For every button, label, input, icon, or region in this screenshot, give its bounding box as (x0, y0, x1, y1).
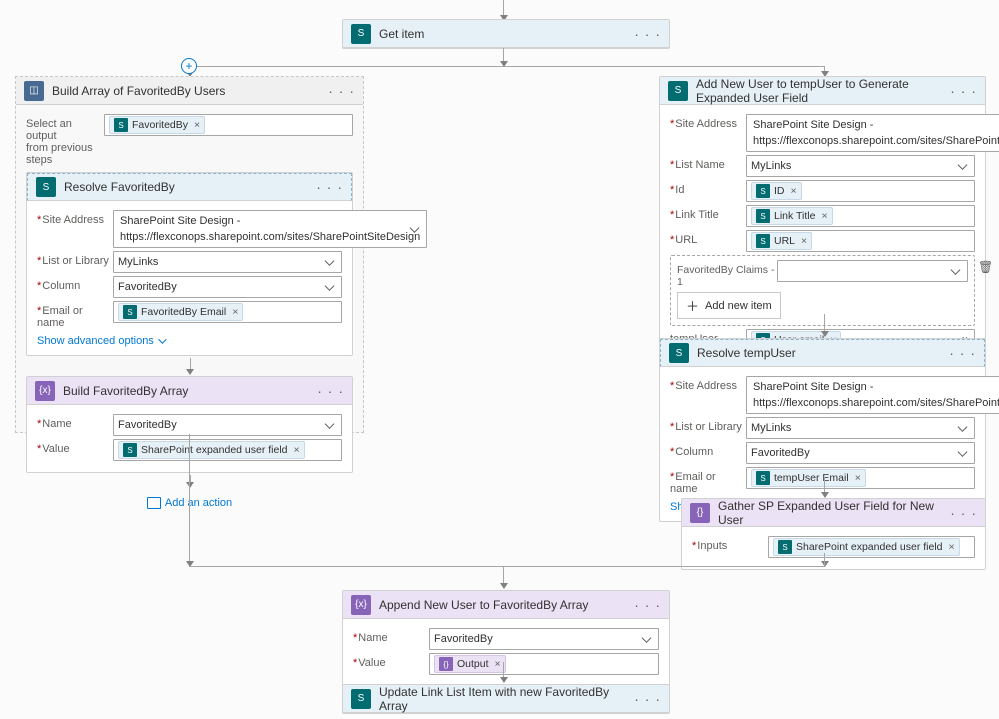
value-field[interactable]: SSharePoint expanded user field× (113, 439, 342, 461)
linktitle-field[interactable]: SLink Title× (746, 205, 975, 227)
id-label: Id (670, 180, 746, 196)
update-link-list-item-card[interactable]: S Update Link List Item with new Favorit… (342, 684, 670, 714)
compose-token-icon: {} (439, 657, 453, 671)
sharepoint-token-icon: S (123, 443, 137, 457)
remove-token-icon[interactable]: × (791, 185, 797, 197)
append-array-card[interactable]: {x} Append New User to FavoritedBy Array… (342, 590, 670, 687)
sharepoint-icon: S (351, 689, 371, 709)
email-label: Email or name (670, 467, 746, 495)
apply-to-each-icon: ◫ (24, 81, 44, 101)
name-field[interactable]: FavoritedBy (429, 628, 659, 650)
value-label: Value (37, 439, 113, 455)
remove-token-icon[interactable]: × (495, 658, 501, 670)
menu-icon[interactable]: · · · (950, 83, 977, 99)
show-advanced-link[interactable]: Show advanced options (37, 335, 164, 347)
update-title: Update Link List Item with new Favorited… (379, 685, 634, 713)
remove-token-icon[interactable]: × (232, 306, 238, 318)
gather-card[interactable]: {} Gather SP Expanded User Field for New… (681, 498, 986, 570)
variable-icon: {x} (35, 381, 55, 401)
value-label: Value (353, 653, 429, 669)
remove-token-icon[interactable]: × (855, 472, 861, 484)
url-label: URL (670, 230, 746, 246)
sharepoint-token-icon: S (778, 540, 792, 554)
site-address-label: Site Address (670, 376, 746, 392)
linktitle-label: Link Title (670, 205, 746, 221)
left-loop-title: Build Array of FavoritedBy Users (52, 84, 328, 98)
menu-icon[interactable]: · · · (317, 383, 344, 399)
email-label: Email or name (37, 301, 113, 329)
build-array-container: ◫ Build Array of FavoritedBy Users · · ·… (15, 76, 364, 433)
sharepoint-icon: S (36, 177, 56, 197)
menu-icon[interactable]: · · · (634, 597, 661, 613)
add-new-user-title: Add New User to tempUser to Generate Exp… (696, 77, 950, 105)
column-label: Column (670, 442, 746, 458)
claims-field[interactable] (777, 260, 968, 282)
gather-title: Gather SP Expanded User Field for New Us… (718, 499, 950, 527)
column-field[interactable]: FavoritedBy (113, 276, 342, 298)
add-new-item-button[interactable]: ＋Add new item (677, 292, 781, 319)
list-field[interactable]: MyLinks (746, 417, 975, 439)
delete-icon[interactable]: 🗑 (978, 260, 992, 274)
remove-token-icon[interactable]: × (949, 541, 955, 553)
site-address-label: Site Address (37, 210, 113, 226)
menu-icon[interactable]: · · · (634, 26, 661, 42)
resolve-temp-title: Resolve tempUser (697, 346, 949, 360)
email-field[interactable]: StempUser Email× (746, 467, 975, 489)
menu-icon[interactable]: · · · (316, 179, 343, 195)
sharepoint-icon: S (351, 24, 371, 44)
listname-label: List Name (670, 155, 746, 171)
get-item-title: Get item (379, 27, 634, 41)
resolve-favoritedby-card[interactable]: S Resolve FavoritedBy · · · Site Address… (26, 172, 353, 356)
sharepoint-icon: S (668, 81, 688, 101)
list-field[interactable]: MyLinks (113, 251, 342, 273)
variable-icon: {x} (351, 595, 371, 615)
output-hint-label: Select an output from previous steps (26, 114, 104, 166)
claims-label: FavoritedBy Claims - 1 (677, 260, 777, 288)
email-field[interactable]: SFavoritedBy Email× (113, 301, 342, 323)
sharepoint-token-icon: S (123, 305, 137, 319)
list-label: List or Library (670, 417, 746, 433)
remove-token-icon[interactable]: × (821, 210, 827, 222)
inputs-field[interactable]: SSharePoint expanded user field× (768, 536, 975, 558)
append-title: Append New User to FavoritedBy Array (379, 598, 634, 612)
column-label: Column (37, 276, 113, 292)
sharepoint-token-icon: S (114, 118, 128, 132)
list-label: List or Library (37, 251, 113, 267)
add-action-icon (147, 497, 161, 509)
listname-field[interactable]: MyLinks (746, 155, 975, 177)
sharepoint-icon: S (669, 343, 689, 363)
sharepoint-token-icon: S (756, 471, 770, 485)
site-address-field[interactable]: SharePoint Site Design - https://flexcon… (746, 114, 999, 152)
remove-token-icon[interactable]: × (294, 444, 300, 456)
site-address-label: Site Address (670, 114, 746, 130)
id-field[interactable]: SID× (746, 180, 975, 202)
remove-token-icon[interactable]: × (801, 235, 807, 247)
get-item-card[interactable]: S Get item · · · (342, 19, 670, 49)
sharepoint-token-icon: S (756, 184, 770, 198)
remove-token-icon[interactable]: × (194, 119, 200, 131)
menu-icon[interactable]: · · · (949, 345, 976, 361)
inputs-label: Inputs (692, 536, 768, 552)
name-label: Name (353, 628, 429, 644)
menu-icon[interactable]: · · · (950, 505, 977, 521)
name-field[interactable]: FavoritedBy (113, 414, 342, 436)
add-branch-button[interactable]: + (181, 58, 197, 74)
claims-group: FavoritedBy Claims - 1 🗑 ＋Add new item (670, 255, 975, 326)
url-field[interactable]: SURL× (746, 230, 975, 252)
menu-icon[interactable]: · · · (634, 691, 661, 707)
column-field[interactable]: FavoritedBy (746, 442, 975, 464)
name-label: Name (37, 414, 113, 430)
value-field[interactable]: {}Output× (429, 653, 659, 675)
site-address-field[interactable]: SharePoint Site Design - https://flexcon… (746, 376, 999, 414)
sharepoint-token-icon: S (756, 209, 770, 223)
menu-icon[interactable]: · · · (328, 83, 355, 99)
resolve-title: Resolve FavoritedBy (64, 180, 316, 194)
apply-each-output-field[interactable]: SFavoritedBy× (104, 114, 353, 136)
compose-icon: {} (690, 503, 710, 523)
sharepoint-token-icon: S (756, 234, 770, 248)
site-address-field[interactable]: SharePoint Site Design - https://flexcon… (113, 210, 427, 248)
build-array-title: Build FavoritedBy Array (63, 384, 317, 398)
